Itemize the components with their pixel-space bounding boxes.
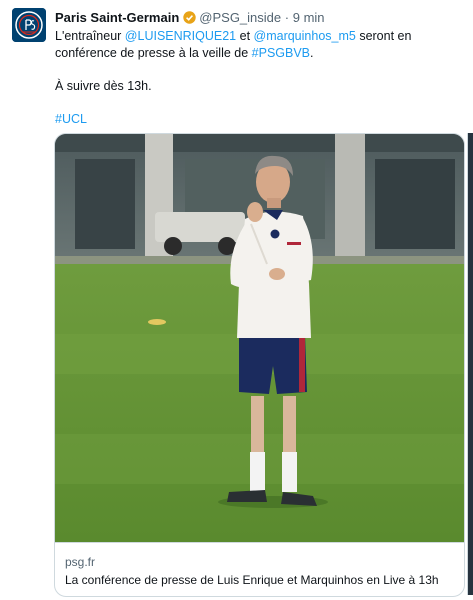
timestamp[interactable]: 9 min xyxy=(293,10,325,25)
tweet-paragraph-1: L'entraîneur @LUISENRIQUE21 et @marquinh… xyxy=(55,28,463,62)
tweet-header: Paris Saint-Germain @PSG_inside · 9 min xyxy=(55,9,465,28)
hashtag-ucl[interactable]: #UCL xyxy=(55,112,87,126)
tweet[interactable]: Paris Saint-Germain @PSG_inside · 9 min L… xyxy=(0,0,473,600)
text-fragment: et xyxy=(236,29,254,43)
tweet-paragraph-3: #UCL xyxy=(55,111,463,128)
card-photo[interactable] xyxy=(55,134,464,542)
separator-dot: · xyxy=(284,10,290,25)
author-handle[interactable]: @PSG_inside xyxy=(199,10,281,25)
mention-marquinhos[interactable]: @marquinhos_m5 xyxy=(254,29,356,43)
link-card[interactable]: psg.fr La conférence de presse de Luis E… xyxy=(54,133,465,597)
author-name[interactable]: Paris Saint-Germain xyxy=(55,10,179,25)
text-fragment: . xyxy=(310,46,314,60)
card-domain: psg.fr xyxy=(65,555,96,569)
next-media-edge xyxy=(467,133,473,595)
card-title[interactable]: La conférence de presse de Luis Enrique … xyxy=(65,573,439,587)
mention-luisenrique[interactable]: @LUISENRIQUE21 xyxy=(125,29,236,43)
hashtag-psgbvb[interactable]: #PSGBVB xyxy=(252,46,310,60)
avatar[interactable] xyxy=(12,8,46,42)
tweet-paragraph-2: À suivre dès 13h. xyxy=(55,79,152,93)
text-fragment: L'entraîneur xyxy=(55,29,125,43)
card-footer[interactable]: psg.fr La conférence de presse de Luis E… xyxy=(55,542,464,596)
verified-badge-icon xyxy=(183,11,196,28)
tweet-text: L'entraîneur @LUISENRIQUE21 et @marquinh… xyxy=(55,28,463,128)
psg-logo-icon xyxy=(12,8,46,42)
